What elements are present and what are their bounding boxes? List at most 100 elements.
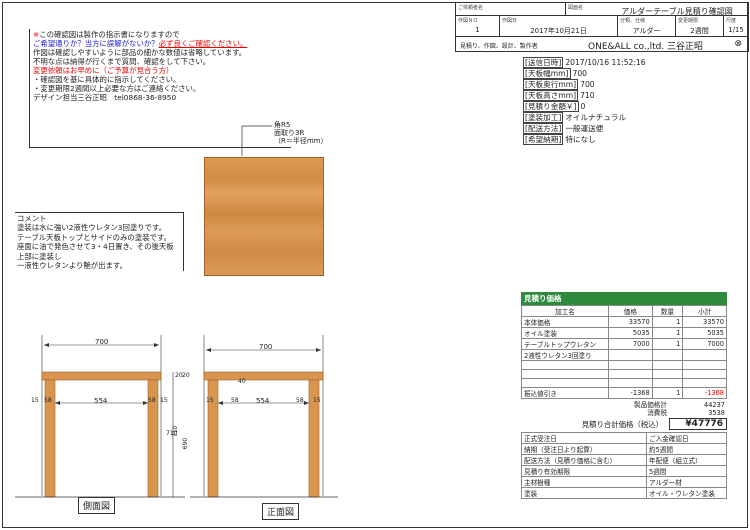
front-right-leg-dim: 58 (296, 397, 304, 404)
cell (651, 369, 684, 379)
estimate-table: 加工名 価格 数量 小計 本体価格 33570 1 33570 オイル塗装 5035 1 5… (521, 305, 727, 399)
cell: 33570 (608, 316, 653, 328)
cell (651, 349, 684, 361)
front-left-leg-dim: 58 (231, 397, 239, 404)
cell: 1 (651, 338, 684, 350)
cell: オイル塗装 (521, 327, 609, 339)
front-view-drawing (190, 335, 338, 498)
cell (521, 360, 609, 370)
side-right-leg-dim: 58 (148, 397, 156, 404)
col-qty: 数量 (651, 305, 684, 317)
cell: アルダー材 (646, 476, 727, 488)
table-row (521, 360, 727, 370)
cell: 主材樹種 (521, 476, 647, 488)
title-block: ご依頼者名 図面名 アルダーテーブル見積り確認図 作図ＮＯ 1 作図日 2017年10… (455, 2, 749, 52)
width-key: [天板幅mm] (523, 68, 571, 79)
drawing-name-caption: 図面名 (568, 5, 584, 11)
cell: 33570 (682, 316, 727, 328)
total-value: ¥47776 (669, 418, 727, 430)
cell: 振込値引き (521, 387, 609, 399)
period-value: 2週間 (690, 27, 709, 35)
cell: 見積り有効期限 (521, 465, 647, 477)
front-left-dim: 15 (206, 397, 214, 404)
depth-key: [天板奥行mm] (523, 79, 579, 90)
cell: 7000 (682, 338, 727, 350)
cell: 納期（受注日より起算） (521, 443, 647, 455)
col-name: 加工名 (521, 305, 609, 317)
maker-name: ONE&ALL co.,ltd. 三谷正昭 (588, 42, 704, 52)
cell (608, 360, 653, 370)
front-right-dim: 15 (313, 397, 321, 404)
cell: 1 (651, 387, 684, 399)
cell: 2液性ウレタン3回塗り (521, 349, 609, 361)
cell: ご入金確認日 (646, 432, 727, 444)
customer-caption: ご依頼者名 (458, 5, 484, 11)
table-top-view (204, 157, 324, 276)
order-info: [送信日時] 2017/10/16 11:52:16 [天板幅mm] 700 [天板… (523, 57, 646, 145)
sent-key: [送信日時] (523, 57, 564, 68)
estimate-key: [見積り金額￥] (523, 101, 579, 112)
comment-line-1: 塗装は水に強い2液性ウレタン3回塗りです。 (17, 223, 167, 233)
drawing-date: 2017年10月21日 (530, 27, 587, 35)
estimate-value: 0 (580, 102, 586, 111)
front-inner-dim: 554 (256, 397, 270, 405)
comment-line-5: 一液性ウレタンより艶が出ます。 (17, 261, 127, 271)
wish-date-key: [希望納期] (523, 134, 564, 145)
estimate-header: 見積り価格 (521, 292, 727, 305)
comment-line-3: 座面に油で発色させて3・4日置き、その後天板 (17, 242, 174, 252)
wish-date-value: 特になし (565, 135, 596, 144)
cell: テーブルトップウレタン (521, 338, 609, 350)
cell: 配送方法（見積り価格に含む） (521, 454, 647, 466)
delivery-key: [配送方法] (523, 123, 564, 134)
side-left-leg-dim: 58 (44, 397, 52, 404)
cell: オイル・ウレタン塗装 (646, 487, 727, 499)
notes: ※この確認図は製作の指示書になりますので ご希望通りか？当方に誤解がないか？必ず… (33, 30, 247, 102)
cell (608, 369, 653, 379)
cell: 約5週間 (646, 443, 727, 455)
table-row (521, 369, 727, 379)
cell (521, 378, 609, 388)
table-row: テーブルトップウレタン 7000 1 7000 (521, 338, 727, 350)
cell: 5035 (608, 327, 653, 339)
side-view-label: 側面図 (78, 497, 116, 514)
cell: 7000 (608, 338, 653, 350)
note-line-6: ・確認図を基に具体的に指示してください。 (33, 75, 181, 84)
front-width-dim: 700 (259, 343, 273, 351)
cell: 5035 (682, 327, 727, 339)
cell (682, 369, 727, 379)
period-caption: 変更期限 (678, 18, 699, 24)
side-right-dim: 15 (160, 397, 168, 404)
cell: 年配便（組立式） (646, 454, 727, 466)
cell: -1368 (608, 387, 653, 399)
collapse-icon: ⊗ (734, 39, 742, 49)
tax-label: 消費税 (647, 409, 667, 417)
cell: -1368 (682, 387, 727, 399)
table-row: 2液性ウレタン3回塗り (521, 349, 727, 361)
cell (682, 349, 727, 361)
note-line-5: 変更依頼はお早めに（ご予算が見合う方） (33, 66, 174, 75)
cell: 5週間 (646, 465, 727, 477)
class-caption: 分類、仕様 (620, 18, 646, 24)
comment-title: コメント (17, 214, 47, 223)
note-line-2a: ご希望通りか？当方に誤解がないか？ (33, 39, 159, 48)
cell (521, 369, 609, 379)
class-value: アルダー (632, 27, 661, 35)
table-row: 見積り有効期限 5週間 (521, 465, 727, 477)
tax-value: 3538 (708, 409, 725, 417)
sheet-value: 1/15 (728, 26, 744, 34)
sheet-caption: 尺度 (726, 18, 737, 24)
table-row (521, 378, 727, 388)
depth-value: 700 (580, 80, 595, 89)
table-row: 振込値引き -1368 1 -1368 (521, 387, 727, 399)
front-view-label: 正面図 (262, 503, 300, 520)
note-line-2b: 必ず良くご確認ください。 (158, 39, 248, 48)
table-row: 塗装 オイル・ウレタン塗装 (521, 487, 727, 499)
date-caption: 作図日 (502, 18, 518, 24)
cell (651, 360, 684, 370)
col-price: 価格 (608, 305, 653, 317)
side-inner-dim: 554 (94, 397, 108, 405)
table-row: 主材樹種 アルダー材 (521, 476, 727, 488)
side-width-dim: 700 (95, 338, 109, 346)
cell (651, 378, 684, 388)
drawing-no: 1 (475, 26, 480, 34)
